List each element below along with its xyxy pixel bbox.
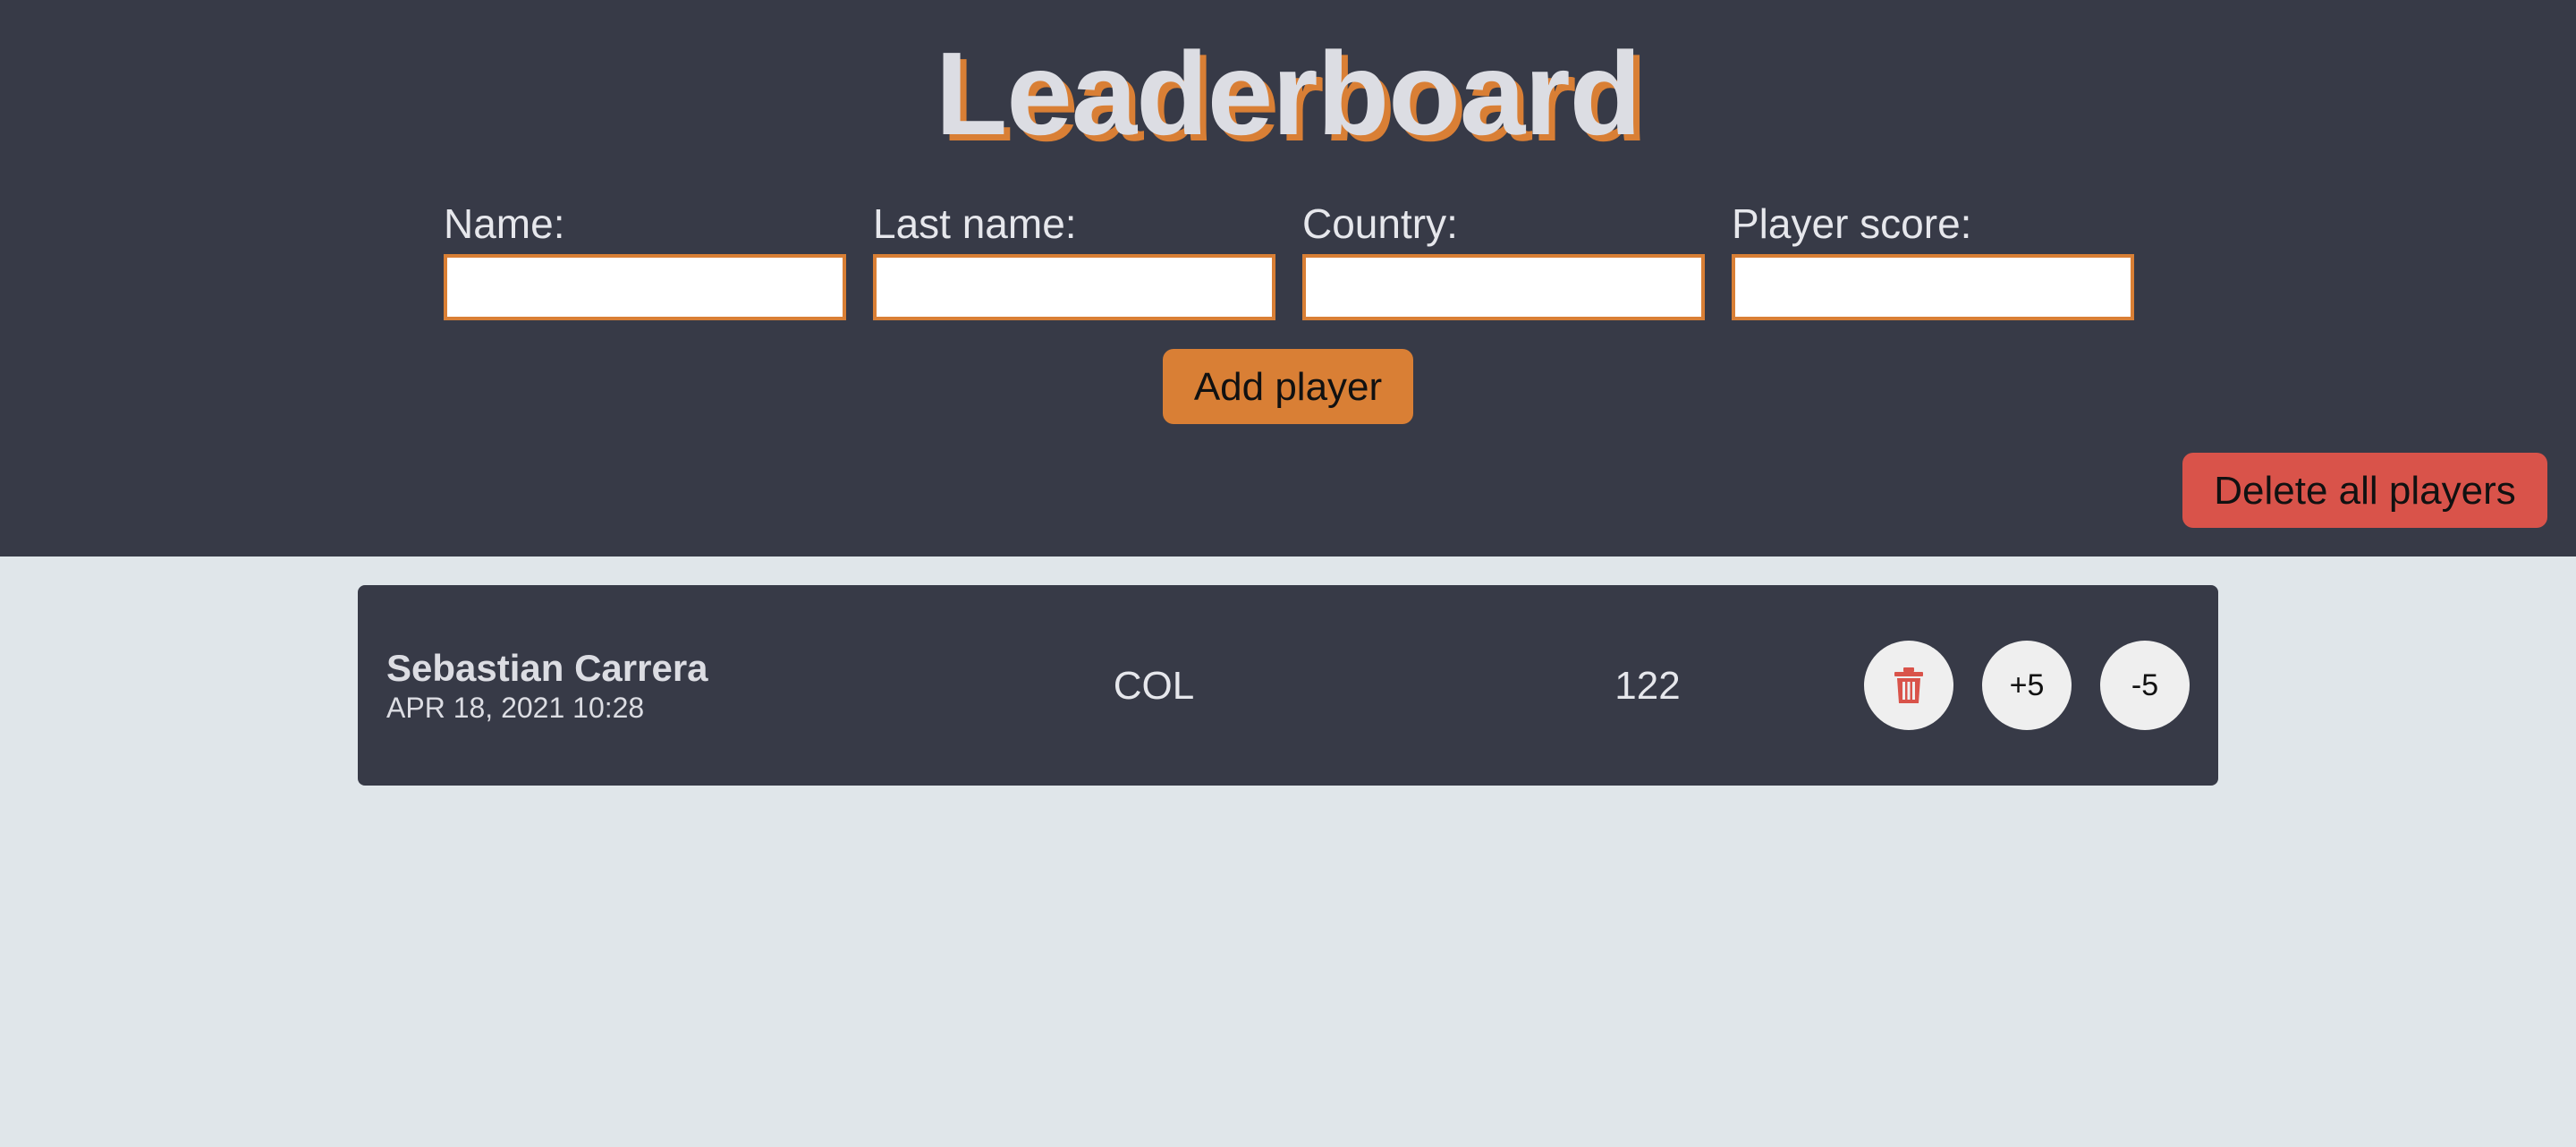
country-label: Country: bbox=[1302, 200, 1458, 247]
player-score-field: Player score: bbox=[1732, 199, 2134, 320]
player-score-label: Player score: bbox=[1732, 200, 1972, 247]
page-title: Leaderboard bbox=[935, 28, 1642, 159]
player-country: COL bbox=[1113, 664, 1195, 708]
country-field: Country: bbox=[1302, 199, 1705, 320]
name-input[interactable] bbox=[444, 254, 846, 320]
delete-all-players-button[interactable]: Delete all players bbox=[2182, 453, 2547, 528]
add-player-button[interactable]: Add player bbox=[1163, 349, 1413, 424]
plus-five-button[interactable]: +5 bbox=[1982, 641, 2072, 730]
header: Leaderboard Name: Last name: Country: Pl… bbox=[0, 0, 2576, 557]
name-label: Name: bbox=[444, 200, 565, 247]
country-input[interactable] bbox=[1302, 254, 1705, 320]
last-name-field: Last name: bbox=[873, 199, 1275, 320]
player-score: 122 bbox=[1614, 664, 1681, 708]
minus-five-button[interactable]: -5 bbox=[2100, 641, 2190, 730]
trash-icon bbox=[1894, 667, 1923, 703]
last-name-input[interactable] bbox=[873, 254, 1275, 320]
player-name: Sebastian Carrera bbox=[386, 647, 708, 689]
last-name-label: Last name: bbox=[873, 200, 1077, 247]
name-field: Name: bbox=[444, 199, 846, 320]
delete-player-button[interactable] bbox=[1864, 641, 1953, 730]
player-row: Sebastian Carrera APR 18, 2021 10:28 COL… bbox=[358, 585, 2218, 786]
player-score-input[interactable] bbox=[1732, 254, 2134, 320]
player-date: APR 18, 2021 10:28 bbox=[386, 692, 645, 724]
